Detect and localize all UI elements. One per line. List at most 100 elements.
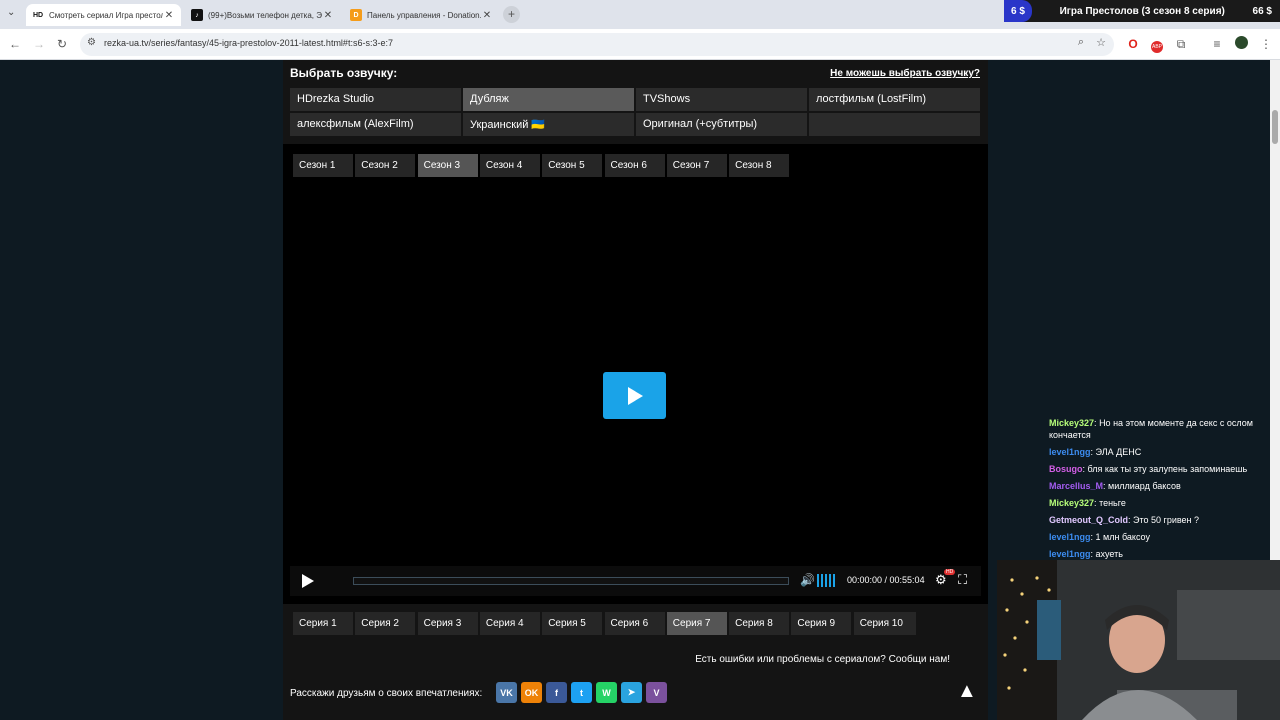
browser-tab[interactable]: D Панель управления - Donation... ✕ <box>344 4 499 26</box>
seek-bar[interactable] <box>353 577 789 585</box>
episode-tab[interactable]: Серия 3 <box>417 612 478 635</box>
play-pause-button[interactable] <box>301 573 315 594</box>
close-tab-icon[interactable]: ✕ <box>322 10 334 21</box>
webcam-image <box>997 560 1280 720</box>
series-page: Выбрать озвучку: Не можешь выбрать озвуч… <box>283 60 988 720</box>
season-tab[interactable]: Сезон 1 <box>293 154 353 177</box>
episode-tab[interactable]: Серия 7 <box>666 612 727 635</box>
player-controls: 🔊 00:00:00 / 00:55:04 ⚙ HD ⛶ <box>290 566 981 596</box>
opera-extension-icon[interactable]: O <box>1125 36 1141 52</box>
dub-option[interactable]: алексфильм (AlexFilm) <box>290 113 461 136</box>
dub-option[interactable]: Украинский 🇺🇦 <box>463 113 634 136</box>
stream-goal-bar: 6 $ Игра Престолов (3 сезон 8 серия) 66 … <box>1004 0 1280 22</box>
season-tab[interactable]: Сезон 5 <box>542 154 603 177</box>
chat-username: level1ngg <box>1049 532 1091 542</box>
dub-option[interactable]: Дубляж <box>463 88 634 111</box>
reload-icon[interactable]: ↻ <box>54 36 70 52</box>
chat-message: level1ngg: ЭЛА ДЕНС <box>1049 446 1274 458</box>
dub-option-empty <box>809 113 980 136</box>
chat-message: Getmeout_Q_Cold: Это 50 гривен ? <box>1049 514 1274 526</box>
browser-tab[interactable]: ♪ (99+)Возьми телефон детка, Э... ✕ <box>185 4 340 26</box>
season-tab[interactable]: Сезон 2 <box>355 154 416 177</box>
back-icon[interactable]: ← <box>7 36 23 52</box>
profile-avatar[interactable] <box>1233 36 1249 52</box>
goal-current-amount: 6 $ <box>1004 0 1032 22</box>
site-info-icon[interactable]: ⚙ <box>87 37 96 48</box>
telegram-share-icon[interactable]: ➤ <box>621 682 642 703</box>
season-tab[interactable]: Сезон 6 <box>604 154 665 177</box>
dub-option[interactable]: TVShows <box>636 88 807 111</box>
new-tab-button[interactable]: + <box>503 6 520 23</box>
tab-title: (99+)Возьми телефон детка, Э... <box>208 10 322 20</box>
scroll-up-icon[interactable]: ▲ <box>957 680 977 703</box>
ok-share-icon[interactable]: OK <box>521 682 542 703</box>
tab-list-chevron-icon[interactable]: ⌄ <box>7 7 15 18</box>
chat-username: Bosugo <box>1049 464 1083 474</box>
tab-title: Панель управления - Donation... <box>367 10 481 20</box>
episode-tab[interactable]: Серия 1 <box>293 612 353 635</box>
time-display: 00:00:00 / 00:55:04 <box>847 575 925 585</box>
tab-title: Смотреть сериал Игра престолов <box>49 10 163 20</box>
episode-tab[interactable]: Серия 8 <box>729 612 790 635</box>
episode-tab[interactable]: Серия 6 <box>604 612 665 635</box>
dub-help-link[interactable]: Не можешь выбрать озвучку? <box>830 68 980 79</box>
fullscreen-icon[interactable]: ⛶ <box>958 572 967 588</box>
share-label: Расскажи друзьям о своих впечатлениях: <box>290 688 483 699</box>
volume-slider[interactable] <box>817 574 839 587</box>
tiktok-icon: ♪ <box>191 9 203 21</box>
chat-message: Bosugo: бля как ты эту залупень запомина… <box>1049 463 1274 475</box>
browser-menu-icon[interactable]: ⋮ <box>1258 36 1274 52</box>
goal-title: Игра Престолов (3 сезон 8 серия) <box>1059 5 1225 17</box>
close-tab-icon[interactable]: ✕ <box>481 10 493 21</box>
chat-text: 1 млн баксоу <box>1095 532 1150 542</box>
season-tab[interactable]: Сезон 3 <box>417 154 478 177</box>
stream-chat: Mickey327: Но на этом моменте да секс с … <box>1049 417 1274 565</box>
episode-tab[interactable]: Серия 4 <box>479 612 540 635</box>
dub-option[interactable]: HDrezka Studio <box>290 88 461 111</box>
episode-tab[interactable]: Серия 10 <box>853 612 916 635</box>
dub-option[interactable]: Оригинал (+субтитры) <box>636 113 807 136</box>
season-tab[interactable]: Сезон 8 <box>729 154 790 177</box>
extensions-icon[interactable]: ⧉ <box>1173 36 1189 52</box>
play-icon <box>627 386 643 405</box>
chat-message: level1ngg: ахуеть <box>1049 548 1274 560</box>
chat-text: бля как ты эту залупень запоминаешь <box>1087 464 1248 474</box>
chat-message: level1ngg: 1 млн баксоу <box>1049 531 1274 543</box>
vk-share-icon[interactable]: VK <box>496 682 517 703</box>
hd-favicon: HD <box>32 11 44 19</box>
chat-text: ЭЛА ДЕНС <box>1095 447 1142 457</box>
play-icon <box>302 574 314 588</box>
season-tab[interactable]: Сезон 7 <box>666 154 727 177</box>
twitter-share-icon[interactable]: t <box>571 682 592 703</box>
chat-username: Getmeout_Q_Cold <box>1049 515 1129 525</box>
close-tab-icon[interactable]: ✕ <box>163 10 175 21</box>
dub-option[interactable]: лостфильм (LostFilm) <box>809 88 980 111</box>
viber-share-icon[interactable]: V <box>646 682 667 703</box>
scrollbar-thumb[interactable] <box>1272 110 1278 144</box>
goal-target-amount: 66 $ <box>1252 5 1272 17</box>
dub-section-title: Выбрать озвучку: <box>290 66 398 80</box>
streamer-webcam <box>997 560 1280 720</box>
report-problem-link[interactable]: Есть ошибки или проблемы с сериалом? Соо… <box>695 654 950 665</box>
zoom-icon[interactable]: ⌕ <box>1078 36 1084 49</box>
forward-icon[interactable]: → <box>31 36 47 52</box>
episode-tab[interactable]: Серия 9 <box>791 612 852 635</box>
big-play-button[interactable] <box>603 372 666 419</box>
facebook-share-icon[interactable]: f <box>546 682 567 703</box>
url-text: rezka-ua.tv/series/fantasy/45-igra-prest… <box>104 38 393 48</box>
chat-username: Mickey327 <box>1049 418 1095 428</box>
address-bar[interactable]: ⚙ rezka-ua.tv/series/fantasy/45-igra-pre… <box>80 33 1114 56</box>
episode-tab[interactable]: Серия 2 <box>355 612 416 635</box>
media-control-icon[interactable]: ≡ <box>1209 36 1225 52</box>
chat-username: level1ngg <box>1049 549 1091 559</box>
volume-icon[interactable]: 🔊 <box>800 573 815 587</box>
season-tab[interactable]: Сезон 4 <box>479 154 540 177</box>
chat-username: Marcellus_M <box>1049 481 1104 491</box>
donationalerts-icon: D <box>350 9 362 21</box>
browser-toolbar: ← → ↻ ⚙ rezka-ua.tv/series/fantasy/45-ig… <box>0 29 1280 60</box>
whatsapp-share-icon[interactable]: W <box>596 682 617 703</box>
browser-tab[interactable]: HD Смотреть сериал Игра престолов ✕ <box>26 4 181 26</box>
bookmark-star-icon[interactable]: ☆ <box>1096 36 1106 49</box>
episode-tab[interactable]: Серия 5 <box>542 612 603 635</box>
adblock-extension-icon[interactable]: ABP <box>1149 36 1165 53</box>
